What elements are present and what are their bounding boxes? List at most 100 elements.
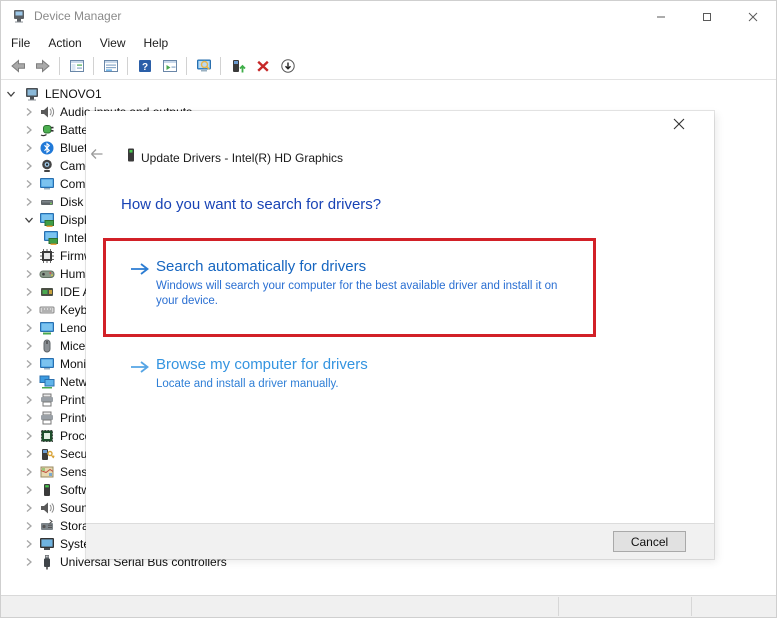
chevron-collapsed-icon[interactable] xyxy=(21,248,37,264)
title-bar: Device Manager xyxy=(1,1,776,32)
toolbar-separator xyxy=(220,57,221,75)
dialog-footer: Cancel xyxy=(86,523,714,559)
monitor-icon xyxy=(39,356,55,372)
display-adapter-icon xyxy=(39,212,55,228)
maximize-button[interactable] xyxy=(684,1,730,32)
chevron-collapsed-icon[interactable] xyxy=(21,392,37,408)
option-arrow-icon xyxy=(129,359,151,375)
update-driver-icon xyxy=(230,58,246,74)
menu-file[interactable]: File xyxy=(2,33,39,53)
sensor-icon xyxy=(39,464,55,480)
scan-changes-icon xyxy=(280,58,296,74)
computer-icon xyxy=(24,86,40,102)
chevron-collapsed-icon[interactable] xyxy=(21,464,37,480)
chevron-collapsed-icon[interactable] xyxy=(21,320,37,336)
properties-button[interactable] xyxy=(98,55,123,78)
printer-icon xyxy=(39,410,55,426)
console-tree-icon xyxy=(69,58,85,74)
update-drivers-dialog: Update Drivers - Intel(R) HD Graphics Ho… xyxy=(86,111,714,559)
chevron-collapsed-icon[interactable] xyxy=(21,518,37,534)
security-icon xyxy=(39,446,55,462)
toolbar-separator xyxy=(127,57,128,75)
menu-help[interactable]: Help xyxy=(135,33,178,53)
chevron-collapsed-icon[interactable] xyxy=(21,194,37,210)
speaker-icon xyxy=(39,500,55,516)
chevron-collapsed-icon[interactable] xyxy=(21,554,37,570)
speaker-icon xyxy=(39,104,55,120)
network-icon xyxy=(39,374,55,390)
highlight-box xyxy=(103,238,596,337)
nav-back-button[interactable] xyxy=(5,55,30,78)
software-icon xyxy=(39,482,55,498)
chevron-collapsed-icon[interactable] xyxy=(21,446,37,462)
system-icon xyxy=(39,536,55,552)
nav-forward-icon xyxy=(35,58,51,74)
update-driver-button[interactable] xyxy=(225,55,250,78)
help-button[interactable]: ? xyxy=(132,55,157,78)
toolbar-separator xyxy=(93,57,94,75)
tree-item[interactable]: LENOVO1 xyxy=(1,85,776,103)
toolbar: ? xyxy=(1,53,776,80)
cancel-button[interactable]: Cancel xyxy=(613,531,686,552)
chevron-collapsed-icon[interactable] xyxy=(21,176,37,192)
chevron-collapsed-icon[interactable] xyxy=(21,266,37,282)
mouse-icon xyxy=(39,338,55,354)
devmgr-icon xyxy=(11,8,27,24)
usb-icon xyxy=(39,554,55,570)
chevron-expanded-icon[interactable] xyxy=(3,86,19,102)
statusbar-divider xyxy=(691,597,692,616)
help-icon: ? xyxy=(137,58,153,74)
chevron-collapsed-icon[interactable] xyxy=(21,500,37,516)
chevron-collapsed-icon[interactable] xyxy=(21,122,37,138)
chevron-collapsed-icon[interactable] xyxy=(21,410,37,426)
status-bar xyxy=(1,595,776,617)
printer-icon xyxy=(39,392,55,408)
dialog-back-icon[interactable] xyxy=(89,146,107,164)
option-title[interactable]: Browse my computer for drivers xyxy=(156,355,368,374)
action-pane-icon xyxy=(162,58,178,74)
tree-item-label[interactable]: LENOVO1 xyxy=(45,87,102,101)
scan-computer-button[interactable] xyxy=(191,55,216,78)
keyboard-icon xyxy=(39,302,55,318)
nav-forward-button[interactable] xyxy=(30,55,55,78)
maximize-icon xyxy=(699,9,715,25)
chevron-expanded-icon[interactable] xyxy=(21,212,37,228)
option-browse-computer[interactable]: Browse my computer for drivers Locate an… xyxy=(129,355,368,392)
menu-view[interactable]: View xyxy=(91,33,135,53)
uninstall-icon xyxy=(255,58,271,74)
camera-icon xyxy=(39,158,55,174)
chevron-collapsed-icon[interactable] xyxy=(21,338,37,354)
statusbar-divider xyxy=(558,597,559,616)
chevron-collapsed-icon[interactable] xyxy=(21,536,37,552)
disk-icon xyxy=(39,194,55,210)
chevron-collapsed-icon[interactable] xyxy=(21,302,37,318)
option-description: Locate and install a driver manually. xyxy=(156,377,368,392)
close-button[interactable] xyxy=(730,1,776,32)
chevron-collapsed-icon[interactable] xyxy=(21,428,37,444)
monitor-icon xyxy=(39,176,55,192)
menu-bar: File Action View Help xyxy=(1,32,776,53)
chevron-collapsed-icon[interactable] xyxy=(21,284,37,300)
scan-for-hardware-changes-button[interactable] xyxy=(275,55,300,78)
processor-icon xyxy=(39,428,55,444)
svg-text:?: ? xyxy=(141,62,147,73)
chevron-collapsed-icon[interactable] xyxy=(21,374,37,390)
dialog-close-icon[interactable] xyxy=(671,116,687,132)
action-pane-button[interactable] xyxy=(157,55,182,78)
uninstall-device-button[interactable] xyxy=(250,55,275,78)
chevron-collapsed-icon[interactable] xyxy=(21,140,37,156)
show-console-tree-button[interactable] xyxy=(64,55,89,78)
bluetooth-icon xyxy=(39,140,55,156)
menu-action[interactable]: Action xyxy=(39,33,90,53)
minimize-icon xyxy=(653,9,669,25)
ide-icon xyxy=(39,284,55,300)
toolbar-separator xyxy=(59,57,60,75)
chevron-collapsed-icon[interactable] xyxy=(21,482,37,498)
chevron-collapsed-icon[interactable] xyxy=(21,104,37,120)
minimize-button[interactable] xyxy=(638,1,684,32)
chevron-collapsed-icon[interactable] xyxy=(21,158,37,174)
chevron-collapsed-icon[interactable] xyxy=(21,356,37,372)
battery-icon xyxy=(39,122,55,138)
lenovo-icon xyxy=(39,320,55,336)
storage-icon xyxy=(39,518,55,534)
